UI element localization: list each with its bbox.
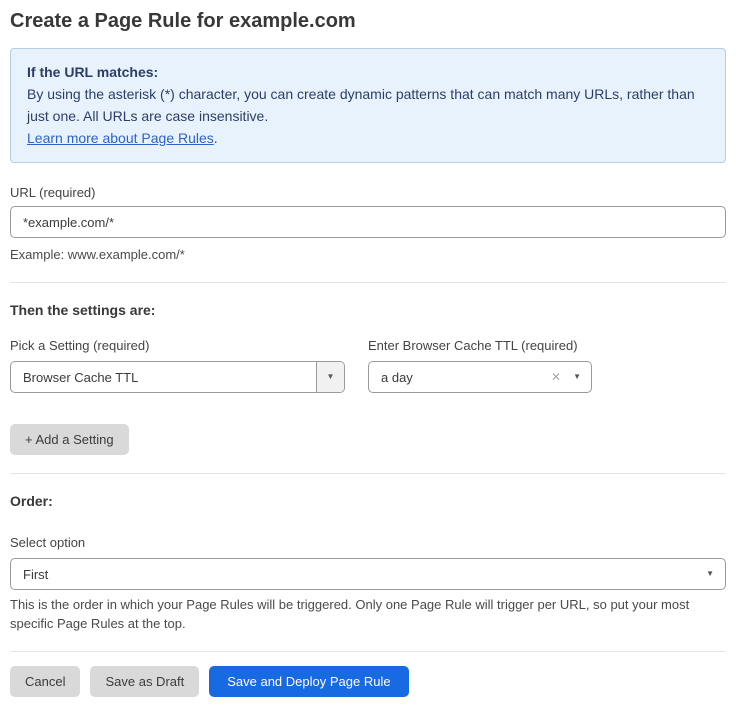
page-title: Create a Page Rule for example.com xyxy=(10,8,726,34)
ttl-picker-label: Enter Browser Cache TTL (required) xyxy=(368,338,592,353)
info-box-link-line: Learn more about Page Rules. xyxy=(27,127,709,149)
footer-actions: Cancel Save as Draft Save and Deploy Pag… xyxy=(10,666,726,697)
save-and-deploy-button[interactable]: Save and Deploy Page Rule xyxy=(209,666,408,697)
setting-picker-column: Pick a Setting (required) Browser Cache … xyxy=(10,338,345,393)
select-arrow-segment: ▼ xyxy=(316,362,344,392)
order-select-value: First xyxy=(11,567,695,582)
combo-chevron-wrap[interactable]: ▼ xyxy=(565,371,591,383)
clear-icon[interactable]: ✕ xyxy=(547,368,565,386)
chevron-down-icon: ▼ xyxy=(706,570,714,578)
add-setting-button[interactable]: + Add a Setting xyxy=(10,424,129,455)
order-select-label: Select option xyxy=(10,535,726,550)
url-example-helper: Example: www.example.com/* xyxy=(10,245,726,264)
order-section-heading: Order: xyxy=(10,493,726,509)
divider xyxy=(10,282,726,283)
link-suffix: . xyxy=(214,130,218,146)
page-rule-form: Create a Page Rule for example.com If th… xyxy=(0,0,736,709)
chevron-down-icon: ▼ xyxy=(573,373,581,381)
url-input[interactable] xyxy=(10,206,726,238)
chevron-down-icon: ▼ xyxy=(327,373,335,381)
info-box-heading: If the URL matches: xyxy=(27,61,709,83)
order-chevron-wrap: ▼ xyxy=(695,570,725,578)
ttl-combobox[interactable]: a day ✕ ▼ xyxy=(368,361,592,393)
setting-picker-label: Pick a Setting (required) xyxy=(10,338,345,353)
divider xyxy=(10,651,726,652)
setting-picker-value: Browser Cache TTL xyxy=(11,370,316,385)
setting-picker-select[interactable]: Browser Cache TTL ▼ xyxy=(10,361,345,393)
order-select[interactable]: First ▼ xyxy=(10,558,726,590)
url-field-label: URL (required) xyxy=(10,185,726,200)
ttl-picker-column: Enter Browser Cache TTL (required) a day… xyxy=(368,338,592,393)
divider xyxy=(10,473,726,474)
order-helper-text: This is the order in which your Page Rul… xyxy=(10,595,726,633)
save-as-draft-button[interactable]: Save as Draft xyxy=(90,666,199,697)
info-box-body: By using the asterisk (*) character, you… xyxy=(27,83,709,127)
url-match-info-box: If the URL matches: By using the asteris… xyxy=(10,48,726,163)
settings-row: Pick a Setting (required) Browser Cache … xyxy=(10,338,726,393)
ttl-combobox-value: a day xyxy=(369,370,547,385)
learn-more-link[interactable]: Learn more about Page Rules xyxy=(27,130,214,146)
cancel-button[interactable]: Cancel xyxy=(10,666,80,697)
settings-section-heading: Then the settings are: xyxy=(10,302,726,318)
